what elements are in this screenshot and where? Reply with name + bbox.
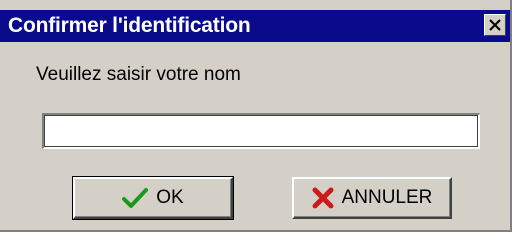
close-button[interactable] — [484, 14, 506, 36]
identification-dialog: Confirmer l'identification Veuillez sais… — [0, 0, 512, 232]
name-input[interactable] — [42, 113, 480, 149]
dialog-title: Confirmer l'identification — [8, 14, 251, 37]
title-bar: Confirmer l'identification — [0, 10, 510, 42]
check-icon — [122, 188, 149, 208]
close-icon — [489, 19, 501, 31]
ok-button-label: OK — [156, 187, 184, 208]
ok-button[interactable]: OK — [72, 176, 234, 220]
name-prompt-label: Veuillez saisir votre nom — [36, 64, 241, 85]
cancel-button-label: ANNULER — [341, 187, 433, 208]
cross-icon — [312, 187, 334, 209]
cancel-button[interactable]: ANNULER — [292, 177, 452, 219]
